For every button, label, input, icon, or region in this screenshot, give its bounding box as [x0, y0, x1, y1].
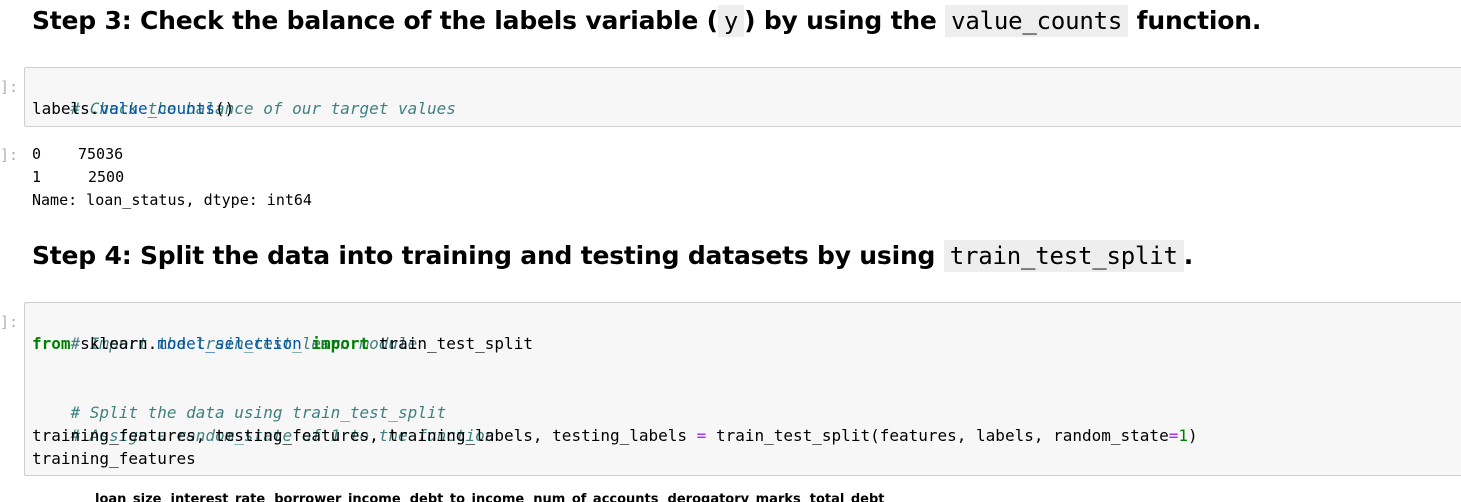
output-footer: Name: loan_status, dtype: int64	[32, 191, 312, 209]
step3-code-y: y	[717, 5, 745, 37]
cell1-output-prompt: ]:	[0, 146, 19, 164]
call-expression: train_test_split(features, labels, rando…	[715, 426, 1169, 445]
cell2-input-prompt: ]:	[0, 313, 19, 331]
step3-suffix: function.	[1128, 6, 1262, 35]
cell1-output: 0 75036 1 2500 Name: loan_status, dtype: i…	[32, 143, 312, 212]
code-line: # Check the balance of our target values	[32, 74, 1454, 118]
keyword-import: import	[311, 334, 370, 353]
output-index: 0	[32, 145, 42, 163]
cell1-input-prompt: ]:	[0, 78, 19, 96]
keyword-from: from	[32, 334, 71, 353]
output-value: 2500	[88, 168, 125, 186]
step4-heading: Step 4: Split the data into training and…	[32, 240, 1194, 272]
code-line: training_features	[32, 447, 1454, 470]
assign-operator: =	[696, 426, 707, 445]
code-method: value_counts	[99, 99, 216, 118]
code-dot: .	[89, 99, 100, 118]
code-cell-1[interactable]: # Check the balance of our target values…	[24, 67, 1461, 127]
step3-prefix: Step 3: Check the balance of the labels …	[32, 6, 718, 35]
code-comment: # Split the data using train_test_split	[70, 403, 447, 422]
step4-code-fn: train_test_split	[943, 240, 1184, 272]
step4-suffix: .	[1183, 241, 1194, 270]
step3-heading: Step 3: Check the balance of the labels …	[32, 5, 1262, 37]
step3-middle: ) by using the	[744, 6, 946, 35]
code-cell-2[interactable]: # Import the train_test_learn module fro…	[24, 302, 1461, 476]
code-line: # Import the train_test_learn module	[32, 309, 1454, 353]
module-name: sklearn	[80, 334, 148, 353]
output-index: 1	[32, 168, 42, 186]
dataframe-header-partial: loan_size interest_rate borrower_income …	[95, 492, 885, 502]
code-identifier: training_features	[32, 449, 196, 468]
step3-code-fn: value_counts	[945, 5, 1129, 37]
output-row: 0 75036	[32, 143, 312, 166]
step4-prefix: Step 4: Split the data into training and…	[32, 241, 944, 270]
code-identifier: labels	[32, 99, 90, 118]
code-line: # Split the data using train_test_split	[32, 378, 1454, 422]
output-row: 1 2500	[32, 166, 312, 189]
output-value: 75036	[78, 145, 124, 163]
code-line: training_features, testing_features, tra…	[32, 424, 1454, 447]
code-parens: ()	[215, 99, 235, 118]
module-dot: .	[147, 334, 158, 353]
call-close: )	[1187, 426, 1198, 445]
kwarg-operator: =	[1168, 426, 1179, 445]
submodule-name: model_selection	[157, 334, 302, 353]
kwarg-number: 1	[1178, 426, 1188, 445]
import-name: train_test_split	[378, 334, 533, 353]
code-line: from sklearn.model_selection import trai…	[32, 332, 1454, 355]
assign-lhs: training_features, testing_features, tra…	[32, 426, 688, 445]
